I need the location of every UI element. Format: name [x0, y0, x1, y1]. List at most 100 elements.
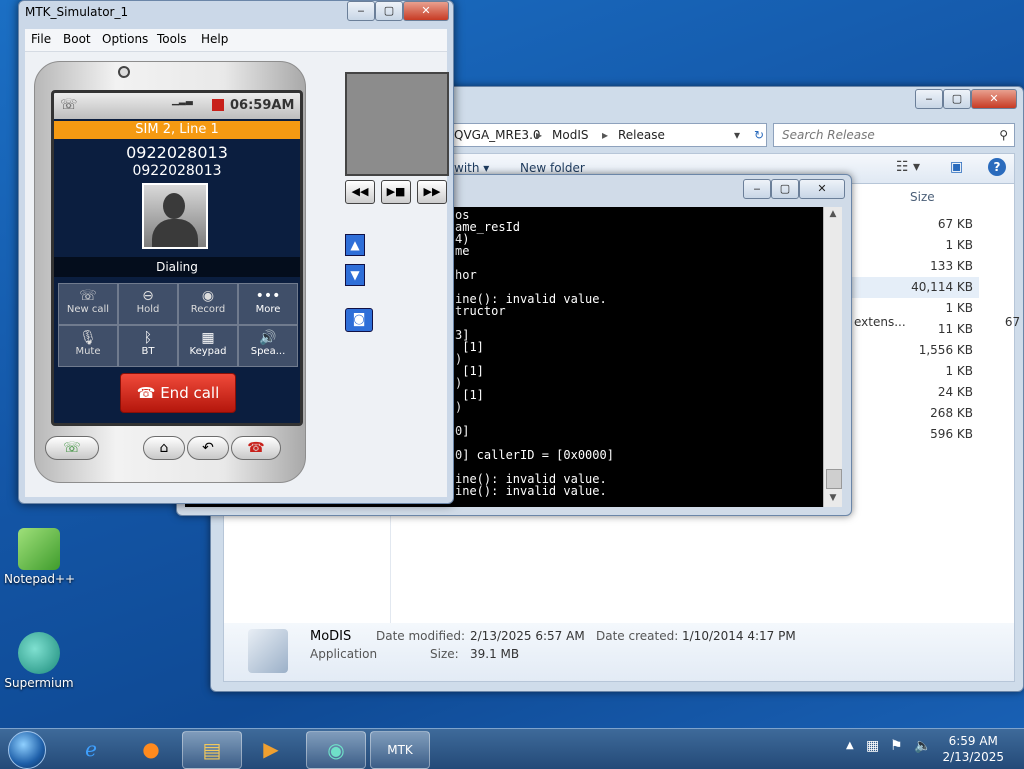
action-center-flag-icon[interactable]: ⚑ [890, 738, 903, 754]
console-line: me [455, 244, 470, 258]
maximize-button[interactable]: ▢ [771, 179, 799, 199]
close-button[interactable]: ✕ [403, 1, 449, 21]
maximize-button[interactable]: ▢ [375, 1, 403, 21]
address-segment[interactable]: QVGA_MRE3.0 [454, 124, 541, 146]
arrow-down-icon[interactable]: ▼ [345, 264, 365, 286]
scroll-up-icon[interactable]: ▲ [826, 209, 840, 221]
more-icon: ••• [255, 288, 281, 304]
preview-pane-icon[interactable]: ▣ [950, 159, 963, 175]
volume-muted-icon[interactable]: 🔈 [914, 738, 931, 754]
keypad-key[interactable]: ▦ Keypad [178, 325, 238, 367]
show-hidden-icons-icon[interactable]: ▲ [846, 740, 854, 751]
taskbar-item-mtk[interactable]: MTK [370, 731, 430, 769]
more-key[interactable]: ••• More [238, 283, 298, 325]
open-with-button[interactable]: with ▾ [454, 161, 489, 175]
mtk-simulator-window[interactable]: MTK_Simulator_1 ‒ ▢ ✕ File Boot Options … [18, 0, 454, 504]
arrow-up-icon[interactable]: ▲ [345, 234, 365, 256]
play-pause-button[interactable]: ▶■ [381, 180, 411, 204]
clock-time: 6:59 AM [948, 734, 998, 748]
minimize-button[interactable]: ‒ [915, 89, 943, 109]
explorer-icon[interactable]: ▤ [182, 731, 242, 769]
rewind-button[interactable]: ◀◀ [345, 180, 375, 204]
details-created-label: Date created: [596, 629, 679, 643]
phone-screen[interactable]: ☏ ▁▂▃ 06:59AM SIM 2, Line 1 0922028013 0… [51, 90, 303, 426]
menu-help[interactable]: Help [201, 32, 228, 46]
address-segment[interactable]: ModIS [552, 124, 588, 146]
menu-bar: File Boot Options Tools Help [25, 29, 447, 52]
file-size: 40,114 KB [911, 280, 973, 294]
minimize-button[interactable]: ‒ [347, 1, 375, 21]
hold-icon: ⊖ [142, 288, 154, 304]
chevron-down-icon[interactable]: ▾ [734, 124, 740, 146]
fast-forward-button[interactable]: ▶▶ [417, 180, 447, 204]
menu-file[interactable]: File [31, 32, 51, 46]
avatar-body [152, 219, 198, 247]
minimize-button[interactable]: ‒ [743, 179, 771, 199]
key-label: Keypad [189, 346, 227, 357]
key-label: Spea... [250, 346, 286, 357]
desktop-icon-notepadpp[interactable]: Notepad++ [4, 528, 75, 586]
supermium-icon[interactable]: ◉ [306, 731, 366, 769]
new-folder-button[interactable]: New folder [520, 161, 585, 175]
console-line: ) [455, 400, 463, 414]
status-time: 06:59AM [230, 98, 295, 113]
menu-tools[interactable]: Tools [157, 32, 187, 46]
camera-preview [345, 72, 449, 176]
help-icon[interactable]: ? [988, 158, 1006, 176]
file-size: 268 KB [930, 406, 973, 420]
hold-key[interactable]: ⊖ Hold [118, 283, 178, 325]
network-icon[interactable]: ▦ [866, 738, 879, 754]
end-call-button[interactable]: ☎ End call [120, 373, 236, 413]
ie-icon[interactable]: ℯ [62, 731, 120, 767]
dialed-number-secondary: 0922028013 [132, 163, 222, 179]
mute-key[interactable]: 🎙 Mute [58, 325, 118, 367]
new-call-key[interactable]: ☏ New call [58, 283, 118, 325]
scroll-down-icon[interactable]: ▼ [826, 493, 840, 505]
status-bar: ☏ ▁▂▃ 06:59AM [54, 93, 300, 119]
details-size-label: Size: [430, 647, 459, 661]
hang-up-icon: ☎ [136, 384, 156, 402]
close-button[interactable]: ✕ [971, 89, 1017, 109]
record-key[interactable]: ◉ Record [178, 283, 238, 325]
firefox-icon[interactable]: ● [122, 731, 180, 767]
menu-options[interactable]: Options [102, 32, 148, 46]
key-label: More [255, 304, 281, 315]
console-scrollbar[interactable]: ▲ ▼ [823, 207, 842, 507]
new-call-icon: ☏ [79, 288, 97, 304]
microphone-icon: 🎙 [79, 330, 97, 346]
record-icon: ◉ [201, 288, 215, 304]
menu-boot[interactable]: Boot [63, 32, 91, 46]
hardware-call-button[interactable]: ☏ [45, 436, 99, 460]
maximize-button[interactable]: ▢ [943, 89, 971, 109]
start-button[interactable] [8, 731, 46, 769]
details-pane: MoDIS Application Date modified: 2/13/20… [223, 623, 1015, 682]
view-options-icon[interactable]: ☷ ▾ [896, 159, 920, 175]
clock-date: 2/13/2025 [942, 750, 1004, 764]
console-line: tructor [455, 304, 506, 318]
speaker-key[interactable]: 🔊 Spea... [238, 325, 298, 367]
media-icon[interactable]: ▶ [242, 731, 300, 767]
avatar-head [163, 193, 185, 219]
hardware-end-button[interactable]: ☎ [231, 436, 281, 460]
address-segment[interactable]: Release [618, 124, 665, 146]
desktop-icon-label: Supermium [4, 676, 74, 690]
close-button[interactable]: ✕ [799, 179, 845, 199]
search-input[interactable]: Search Release ⚲ [773, 123, 1015, 147]
camera-icon[interactable]: ◙ [345, 308, 373, 332]
phone-call-icon: ☏ [60, 97, 78, 113]
hardware-home-button[interactable]: ⌂ [143, 436, 185, 460]
system-clock[interactable]: 6:59 AM 2/13/2025 [942, 733, 1004, 765]
file-size: 1 KB [945, 364, 973, 378]
desktop-icon-supermium[interactable]: Supermium [4, 632, 74, 690]
details-created: 1/10/2014 4:17 PM [682, 629, 796, 643]
search-icon[interactable]: ⚲ [999, 124, 1008, 146]
hardware-back-button[interactable]: ↶ [187, 436, 229, 460]
details-size: 39.1 MB [470, 647, 520, 661]
key-label: Mute [75, 346, 101, 357]
refresh-icon[interactable]: ↻ [754, 124, 764, 146]
column-header-size[interactable]: Size [910, 190, 935, 204]
bluetooth-key[interactable]: ᛒ BT [118, 325, 178, 367]
scroll-thumb[interactable] [826, 469, 842, 489]
file-size: 1,556 KB [918, 343, 973, 357]
details-name: MoDIS [310, 629, 352, 644]
